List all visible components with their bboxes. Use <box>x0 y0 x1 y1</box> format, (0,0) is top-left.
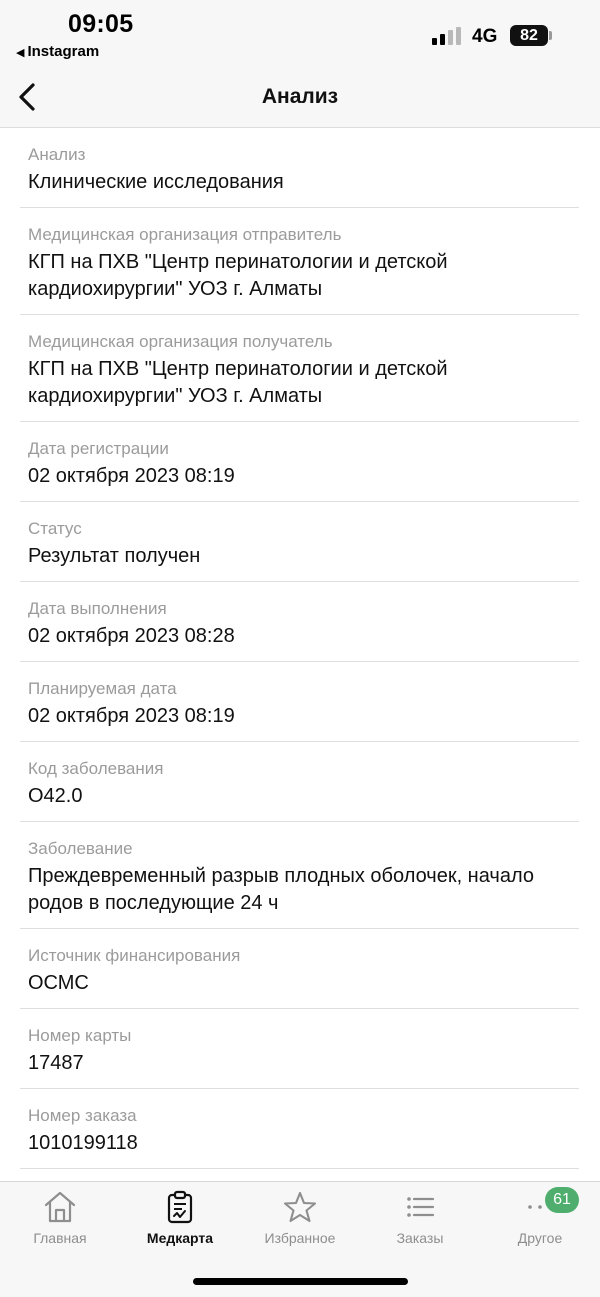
field-label: Медицинская организация отправитель <box>28 225 342 244</box>
tab-label: Заказы <box>396 1230 444 1246</box>
home-indicator <box>193 1278 408 1285</box>
field-card-number: Номер карты 17487 <box>20 1009 579 1089</box>
field-value: 02 октября 2023 08:19 <box>28 465 235 487</box>
star-icon <box>283 1191 317 1223</box>
field-value: КГП на ПХВ "Центр перинатологии и детско… <box>28 251 448 300</box>
back-app-label: Instagram <box>27 43 100 60</box>
tab-label: Медкарта <box>146 1230 214 1246</box>
back-to-app-link[interactable]: ◀ Instagram <box>16 43 99 60</box>
medical-record-icon <box>167 1190 193 1224</box>
field-label: Медицинская организация получатель <box>28 332 333 351</box>
analysis-details: Анализ Клинические исследования Медицинс… <box>20 128 579 1180</box>
battery-icon: 82 <box>510 25 548 46</box>
tab-label: Другое <box>517 1230 563 1246</box>
tab-label: Избранное <box>264 1230 336 1246</box>
notification-badge: 61 <box>545 1187 579 1213</box>
field-value: 1010199118 <box>28 1132 138 1154</box>
field-value: ОСМС <box>28 972 89 994</box>
tab-medical-record[interactable]: Медкарта <box>120 1190 240 1250</box>
field-order-number: Номер заказа 1010199118 <box>20 1089 579 1169</box>
field-label: Статус <box>28 519 82 538</box>
battery-tip <box>549 31 552 40</box>
field-receiver-organization: Медицинская организация получатель КГП н… <box>20 315 579 422</box>
status-time: 09:05 <box>68 10 134 38</box>
tab-orders[interactable]: Заказы <box>360 1190 480 1250</box>
field-value: 02 октября 2023 08:19 <box>28 705 235 727</box>
field-disease-code: Код заболевания O42.0 <box>20 742 579 822</box>
field-completion-date: Дата выполнения 02 октября 2023 08:28 <box>20 582 579 662</box>
field-label: Планируемая дата <box>28 679 177 698</box>
signal-icon <box>432 27 464 45</box>
field-sender-organization: Медицинская организация отправитель КГП … <box>20 208 579 315</box>
field-label: Код заболевания <box>28 759 164 778</box>
field-value: Результат получен <box>28 545 201 567</box>
navigation-bar: Анализ <box>0 70 600 128</box>
list-icon <box>407 1197 435 1217</box>
field-registration-date: Дата регистрации 02 октября 2023 08:19 <box>20 422 579 502</box>
field-funding-source: Источник финансирования ОСМС <box>20 929 579 1009</box>
field-value: Клинические исследования <box>28 171 284 193</box>
tab-other[interactable]: 61 Другое <box>480 1187 600 1250</box>
field-label: Дата выполнения <box>28 599 167 618</box>
field-value: КГП на ПХВ "Центр перинатологии и детско… <box>28 358 448 407</box>
field-value: 17487 <box>28 1052 84 1074</box>
field-label: Заболевание <box>28 839 133 858</box>
field-label: Номер заказа <box>28 1106 137 1125</box>
back-triangle-icon: ◀ <box>16 47 25 59</box>
tab-label: Главная <box>33 1230 87 1246</box>
status-bar: 09:05 ◀ Instagram 4G 82 <box>0 0 600 70</box>
field-label: Дата регистрации <box>28 439 169 458</box>
field-label: Номер карты <box>28 1026 132 1045</box>
field-label: Источник финансирования <box>28 946 241 965</box>
field-label: Анализ <box>28 145 86 164</box>
tab-home[interactable]: Главная <box>0 1190 120 1250</box>
field-value: 02 октября 2023 08:28 <box>28 625 235 647</box>
field-value: O42.0 <box>28 785 83 807</box>
home-icon <box>44 1191 76 1223</box>
field-value: Преждевременный разрыв плодных оболочек,… <box>28 865 534 914</box>
network-type: 4G <box>472 26 498 47</box>
field-status: Статус Результат получен <box>20 502 579 582</box>
field-planned-date: Планируемая дата 02 октября 2023 08:19 <box>20 662 579 742</box>
field-analysis: Анализ Клинические исследования <box>20 128 579 208</box>
field-disease: Заболевание Преждевременный разрыв плодн… <box>20 822 579 929</box>
tab-favorites[interactable]: Избранное <box>240 1190 360 1250</box>
page-title: Анализ <box>261 85 339 108</box>
